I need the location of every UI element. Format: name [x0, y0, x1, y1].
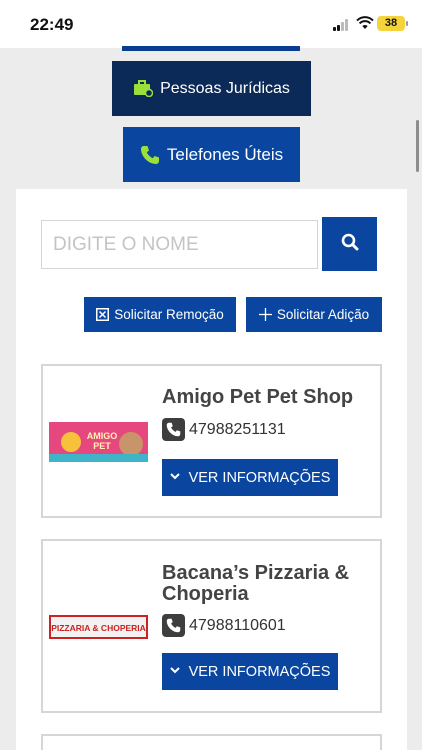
solicitar-adicao-label: Solicitar Adição: [276, 307, 370, 322]
cellular-signal-icon: [333, 19, 353, 31]
battery-icon: 38: [377, 16, 408, 31]
phone-icon: [140, 145, 160, 165]
listing-card: AMIGO PET Amigo Pet Pet Shop 47988251131…: [41, 364, 382, 518]
status-bar: 22:49 38: [0, 0, 422, 48]
listing-name: Bacana’s Pizzaria & Choperia: [162, 562, 350, 605]
plus-icon: [258, 308, 272, 321]
listing-phone: 47988110601: [162, 614, 286, 637]
ver-informacoes-button[interactable]: VER INFORMAÇÕES: [162, 459, 338, 496]
chevron-down-icon: [169, 666, 180, 677]
wifi-icon: [356, 16, 374, 30]
listing-card-partial: [41, 734, 382, 750]
listing-logo-text: AMIGO PET: [86, 431, 118, 451]
briefcase-icon: [133, 80, 154, 97]
ver-informacoes-label: VER INFORMAÇÕES: [188, 663, 331, 680]
search-button[interactable]: [322, 217, 377, 271]
phone-square-icon: [162, 418, 185, 441]
listing-logo-image: PIZZARIA & CHOPERIA: [49, 615, 148, 639]
listing-phone: 47988251131: [162, 418, 286, 441]
listing-logo-image: AMIGO PET: [49, 422, 148, 462]
listing-card: PIZZARIA & CHOPERIA Bacana’s Pizzaria & …: [41, 539, 382, 713]
telefones-uteis-label: Telefones Úteis: [166, 144, 284, 164]
search-icon: [341, 233, 359, 256]
listing-name: Amigo Pet Pet Shop: [162, 386, 354, 408]
chevron-down-icon: [169, 472, 180, 483]
solicitar-remocao-label: Solicitar Remoção: [114, 307, 224, 322]
solicitar-adicao-button[interactable]: Solicitar Adição: [246, 297, 382, 332]
page-scrollbar[interactable]: [416, 120, 419, 172]
pessoas-juridicas-label: Pessoas Jurídicas: [160, 79, 290, 97]
listing-logo-text: PIZZARIA & CHOPERIA: [51, 623, 146, 633]
solicitar-remocao-button[interactable]: Solicitar Remoção: [84, 297, 236, 332]
ver-informacoes-label: VER INFORMAÇÕES: [188, 469, 331, 486]
phone-square-icon: [162, 614, 185, 637]
status-time: 22:49: [30, 15, 74, 34]
telefones-uteis-button[interactable]: Telefones Úteis: [123, 127, 300, 182]
search-input[interactable]: DIGITE O NOME: [41, 220, 318, 269]
close-box-icon: [96, 308, 110, 321]
pessoas-juridicas-button[interactable]: Pessoas Jurídicas: [112, 61, 311, 116]
ver-informacoes-button[interactable]: VER INFORMAÇÕES: [162, 653, 338, 690]
listing-phone-number: 47988110601: [189, 616, 286, 634]
listing-phone-number: 47988251131: [189, 420, 286, 438]
category-button-partial[interactable]: [122, 46, 300, 51]
